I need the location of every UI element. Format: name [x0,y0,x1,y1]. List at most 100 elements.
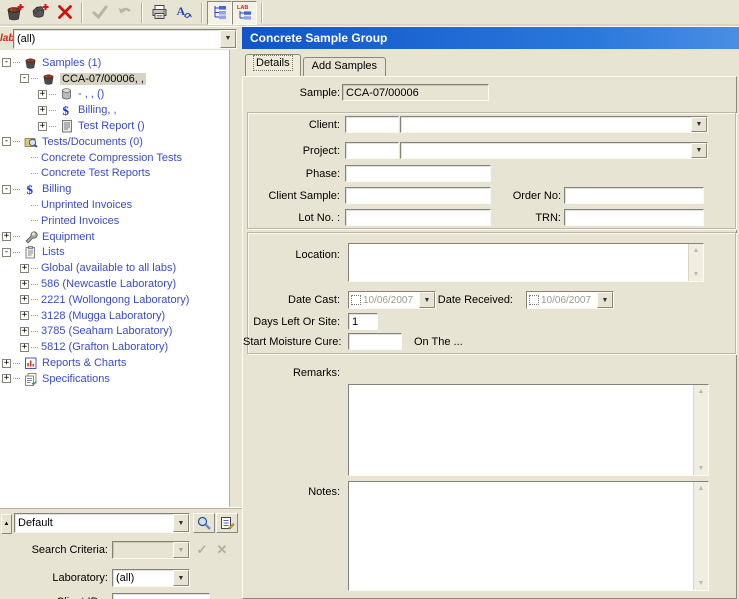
sample-field[interactable] [342,84,489,101]
dropdown-arrow-icon[interactable]: ▼ [220,30,236,48]
remarks-textarea[interactable]: ▲▼ [348,384,709,476]
scroll-down-icon[interactable]: ▼ [698,580,705,587]
tree-item[interactable]: -Lists [0,245,229,261]
dropdown-arrow-icon[interactable]: ▼ [597,292,613,308]
trn-input[interactable] [564,209,704,226]
expand-icon[interactable]: + [2,374,11,383]
tree-item[interactable]: Concrete Test Reports [0,166,229,182]
scrollbar[interactable]: ▲▼ [693,482,708,590]
tree-connector-line [31,299,38,300]
tree-item[interactable]: +586 (Newcastle Laboratory) [0,276,229,292]
tree-item[interactable]: +Specifications [0,371,229,387]
tree-item[interactable]: +5812 (Grafton Laboratory) [0,339,229,355]
tab-add-samples[interactable]: Add Samples [303,57,386,76]
samples-tree-view-button[interactable] [207,1,232,25]
tree-item[interactable]: +$Billing, , [0,102,229,118]
tree-item[interactable]: +3128 (Mugga Laboratory) [0,308,229,324]
order-no-input[interactable] [564,187,704,204]
apply-criteria-button[interactable]: ✓ [192,540,212,560]
add-sample-button[interactable] [2,1,27,25]
tree-item[interactable]: +3785 (Seaham Laboratory) [0,324,229,340]
tree-connector-line [13,236,20,237]
dropdown-arrow-icon[interactable]: ▼ [173,570,189,586]
tree-item[interactable]: Unprinted Invoices [0,197,229,213]
confirm-button[interactable] [87,1,112,25]
start-moisture-cure-input[interactable] [348,333,402,350]
expand-icon[interactable]: + [20,295,29,304]
expand-icon[interactable]: + [38,90,47,99]
client-id-input[interactable] [112,593,210,599]
lab-tree-view-button[interactable]: LAB [232,1,257,25]
tree-item[interactable]: +Global (available to all labs) [0,260,229,276]
phase-input[interactable] [345,165,491,182]
notes-textarea[interactable]: ▲▼ [348,481,709,591]
expand-icon[interactable]: + [38,122,47,131]
tree-item[interactable]: Concrete Compression Tests [0,150,229,166]
client-code-input[interactable] [345,116,399,133]
expand-icon[interactable]: + [20,343,29,352]
location-textarea[interactable]: ▲▼ [348,243,704,282]
tree-item[interactable]: +2221 (Wollongong Laboratory) [0,292,229,308]
date-received-picker[interactable]: 10/06/2007 ▼ [526,291,614,309]
date-received-checkbox[interactable] [529,295,539,305]
tree-item[interactable]: +- , , () [0,87,229,103]
laboratory-combobox[interactable]: (all) ▼ [112,569,190,587]
dropdown-arrow-icon[interactable]: ▼ [173,542,189,558]
dropdown-arrow-icon[interactable]: ▼ [173,514,189,532]
project-combobox[interactable]: ▼ [400,142,708,159]
search-criteria-combobox[interactable]: ▼ [112,541,190,559]
dropdown-arrow-icon[interactable]: ▼ [691,143,707,158]
edit-criteria-button[interactable] [216,513,238,533]
lab-filter-value: (all) [14,32,220,46]
wrench-icon [23,230,38,244]
edit-list-icon [219,515,235,531]
collapse-icon[interactable]: - [2,58,11,67]
tab-details[interactable]: Details [245,54,301,76]
search-button[interactable] [193,513,215,533]
project-code-input[interactable] [345,142,399,159]
search-criteria-value [113,549,173,551]
scrollbar[interactable]: ▲▼ [693,385,708,475]
tree-item[interactable]: -Tests/Documents (0) [0,134,229,150]
undo-button[interactable] [112,1,137,25]
scroll-down-icon[interactable]: ▼ [698,465,705,472]
expand-icon[interactable]: + [20,280,29,289]
expand-icon[interactable]: + [20,264,29,273]
expand-icon[interactable]: + [20,327,29,336]
tree-connector-line [31,173,38,174]
collapse-icon[interactable]: - [2,185,11,194]
collapse-icon[interactable]: - [20,74,29,83]
tree-item[interactable]: -Samples (1) [0,55,229,71]
delete-button[interactable] [52,1,77,25]
add-group-button[interactable] [27,1,52,25]
scroll-up-icon[interactable]: ▲ [698,485,705,492]
scroll-up-icon[interactable]: ▲ [693,247,700,254]
collapse-icon[interactable]: - [2,248,11,257]
clear-criteria-button[interactable]: ✕ [212,540,232,560]
tree-item[interactable]: +Reports & Charts [0,355,229,371]
expand-icon[interactable]: + [20,311,29,320]
scrollbar[interactable]: ▲▼ [688,244,703,281]
print-button[interactable] [147,1,172,25]
on-the-label: On The ... [414,336,484,348]
expand-icon[interactable]: + [2,232,11,241]
check-icon [91,3,109,24]
client-combobox[interactable]: ▼ [400,116,708,133]
collapse-finder-button[interactable]: ▲ [1,514,12,534]
days-left-input[interactable] [348,313,378,330]
expand-icon[interactable]: + [38,106,47,115]
spell-check-button[interactable]: A [172,1,197,25]
scroll-up-icon[interactable]: ▲ [698,388,705,395]
date-cast-checkbox[interactable] [351,295,361,305]
tree-item[interactable]: -CCA-07/00006, , [0,71,229,87]
dropdown-arrow-icon[interactable]: ▼ [691,117,707,132]
tree-item[interactable]: Printed Invoices [0,213,229,229]
lab-filter-combobox[interactable]: (all) ▼ [13,29,237,49]
scroll-down-icon[interactable]: ▼ [693,271,700,278]
tree-item[interactable]: +Equipment [0,229,229,245]
finder-view-combobox[interactable]: Default ▼ [14,513,190,533]
expand-icon[interactable]: + [2,359,11,368]
tree-item[interactable]: -$Billing [0,181,229,197]
collapse-icon[interactable]: - [2,137,11,146]
tree-item[interactable]: +Test Report () [0,118,229,134]
